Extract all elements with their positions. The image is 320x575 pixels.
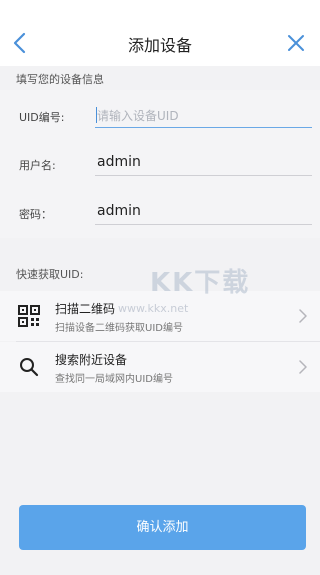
- close-button[interactable]: [284, 31, 308, 55]
- status-bar: [0, 0, 320, 20]
- search-icon: [20, 358, 39, 377]
- text-cursor: [96, 107, 97, 123]
- search-nearby-subtitle: 查找同一局域网内UID编号: [55, 374, 173, 385]
- username-label: 用户名:: [19, 159, 56, 172]
- username-input[interactable]: admin: [97, 154, 311, 170]
- search-nearby-item[interactable]: 搜索附近设备 查找同一局域网内UID编号: [0, 342, 320, 392]
- scan-qr-title: 扫描二维码: [55, 302, 116, 316]
- username-underline: [95, 175, 312, 176]
- search-nearby-title: 搜索附近设备: [55, 353, 128, 367]
- confirm-add-button[interactable]: 确认添加: [19, 505, 306, 550]
- watermark-logo: KK下载: [150, 268, 251, 298]
- watermark-url: www.kkx.net: [118, 302, 189, 315]
- device-info-section-label: 填写您的设备信息: [16, 73, 104, 86]
- scan-qr-subtitle: 扫描设备二维码获取UID编号: [55, 323, 183, 334]
- quick-uid-section-label: 快速获取UID:: [16, 268, 84, 281]
- uid-label: UID编号:: [19, 111, 65, 124]
- qr-code-icon: [18, 305, 40, 327]
- page-title: 添加设备: [127, 36, 192, 55]
- uid-input[interactable]: [95, 105, 316, 127]
- password-input[interactable]: admin: [97, 203, 311, 219]
- chevron-right-icon: [299, 360, 307, 374]
- password-underline: [95, 224, 312, 225]
- chevron-right-icon: [299, 309, 307, 323]
- uid-input-underline: [95, 127, 312, 128]
- header-bar: 添加设备: [0, 20, 320, 66]
- password-label: 密码：: [19, 208, 52, 221]
- close-icon: [288, 35, 304, 51]
